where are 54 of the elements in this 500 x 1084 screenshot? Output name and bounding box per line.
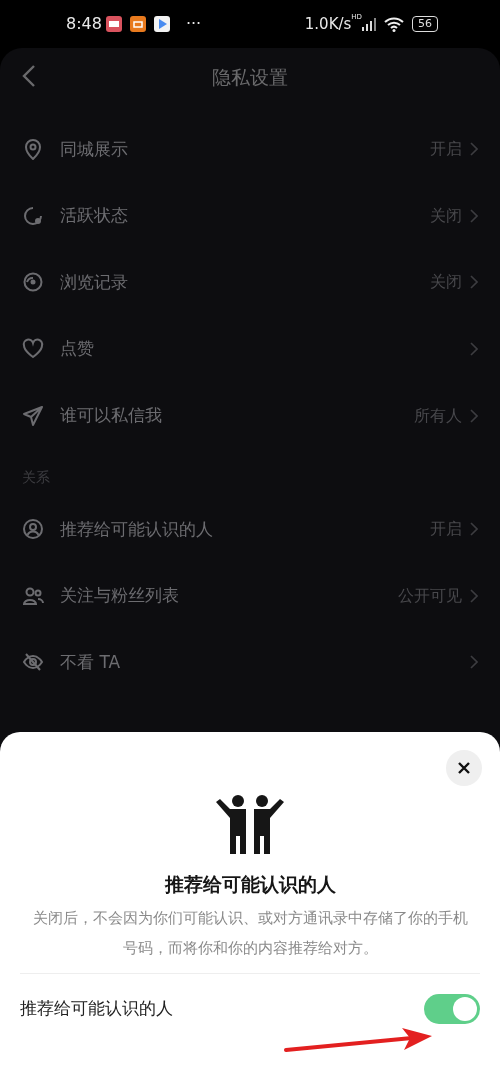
row-label: 活跃状态 (60, 204, 129, 228)
app-notification-icon (129, 16, 146, 32)
row-value: 公开可见 (398, 584, 462, 607)
chevron-icon (470, 275, 478, 290)
network-speed: 1.0K/s (304, 13, 352, 35)
send-icon (22, 404, 44, 427)
row-label: 谁可以私信我 (60, 403, 163, 427)
play-icon (153, 16, 170, 32)
settings-row[interactable]: 浏览记录 关闭 (0, 249, 500, 316)
battery-indicator: 56 (412, 16, 438, 32)
chevron-icon (470, 588, 478, 603)
status-circle-icon (22, 204, 44, 227)
people-icon (214, 792, 286, 854)
person-circle-icon (22, 518, 44, 541)
signal-icon (362, 17, 376, 31)
row-value: 开启 (430, 138, 462, 161)
chevron-icon (470, 342, 478, 357)
row-value: 所有人 (414, 404, 462, 427)
wifi-icon (384, 16, 404, 32)
chevron-icon (470, 655, 478, 670)
row-value: 关闭 (430, 204, 462, 227)
chevron-icon (470, 408, 478, 423)
toggle-switch[interactable] (424, 993, 480, 1024)
row-label: 推荐给可能认识的人 (60, 517, 214, 541)
eye-icon (22, 271, 44, 294)
sheet-description: 关闭后，不会因为你们可能认识、或对方通讯录中存储了你的手机号码，而将你和你的内容推荐给对方。 (31, 908, 469, 958)
chevron-icon (470, 208, 478, 223)
row-label: 浏览记录 (60, 270, 129, 294)
status-time: 8:48 (66, 13, 102, 35)
row-value: 关闭 (430, 271, 462, 294)
settings-row[interactable]: 关注与粉丝列表 公开可见 (0, 562, 500, 630)
close-button[interactable] (446, 750, 482, 786)
chevron-icon (470, 522, 478, 537)
settings-row[interactable]: 谁可以私信我 所有人 (0, 382, 500, 449)
settings-row[interactable]: 同城展示 开启 (0, 116, 500, 183)
page-title: 隐私设置 (212, 64, 288, 90)
close-icon (457, 761, 471, 775)
settings-row[interactable]: 推荐给可能认识的人 开启 (0, 495, 500, 563)
row-label: 同城展示 (60, 137, 129, 161)
settings-row[interactable]: 活跃状态 关闭 (0, 182, 500, 250)
settings-row[interactable]: 点赞 (0, 315, 500, 383)
settings-row[interactable]: 不看 TA (0, 629, 500, 696)
chevron-icon (470, 142, 478, 157)
row-label: 不看 TA (60, 650, 122, 674)
toggle-label: 推荐给可能认识的人 (20, 996, 173, 1020)
sheet-title: 推荐给可能认识的人 (164, 872, 336, 897)
location-pin-icon (22, 138, 44, 161)
app-notification-icon (105, 16, 122, 32)
back-icon[interactable] (22, 64, 36, 88)
row-value: 开启 (430, 518, 462, 541)
row-label: 关注与粉丝列表 (60, 584, 180, 608)
row-label: 点赞 (60, 337, 95, 361)
more-notifications: ··· (185, 13, 202, 35)
heart-icon (22, 338, 44, 361)
